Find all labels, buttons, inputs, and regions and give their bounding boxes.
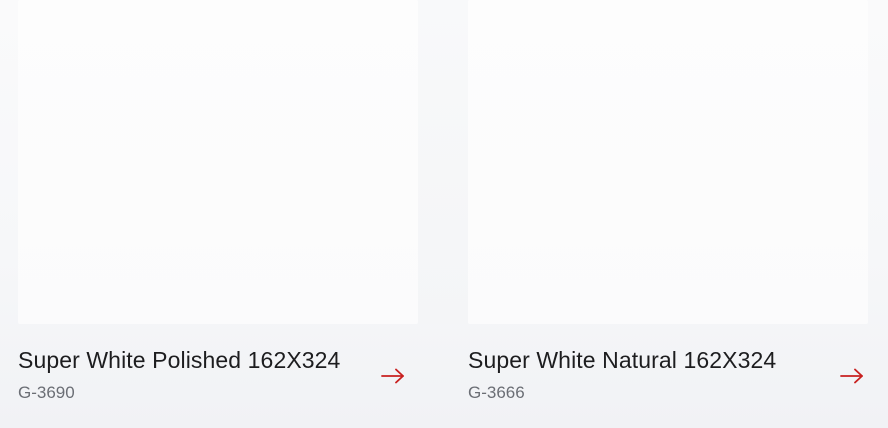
product-image[interactable] [468, 0, 868, 324]
product-code: G-3666 [468, 383, 525, 402]
product-name[interactable]: Super White Polished 162X324 [18, 346, 340, 374]
product-card[interactable]: Super White Natural 162X324 G-3666 [468, 0, 868, 428]
gallery-gap [418, 0, 468, 324]
product-name[interactable]: Super White Natural 162X324 [468, 346, 776, 374]
product-card[interactable]: Super White Polished 162X324 G-3690 [18, 0, 418, 428]
arrow-right-icon[interactable] [380, 364, 406, 388]
product-image[interactable] [18, 0, 418, 324]
product-code: G-3690 [18, 383, 75, 402]
arrow-right-icon[interactable] [839, 364, 865, 388]
